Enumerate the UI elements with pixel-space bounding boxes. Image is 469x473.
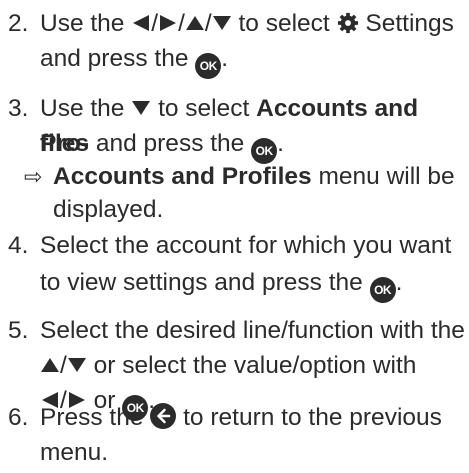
down-arrow-icon bbox=[67, 358, 86, 372]
menu-name: Accounts and Profiles bbox=[53, 163, 312, 190]
up-arrow-icon bbox=[41, 358, 59, 372]
step-text: menu. bbox=[40, 439, 109, 466]
step-number: 2. bbox=[8, 10, 29, 37]
step-text: and press the bbox=[40, 45, 189, 72]
step-number: 5. bbox=[8, 317, 29, 344]
slash: / bbox=[60, 352, 67, 379]
step-text-line: Press the to return to the previous bbox=[40, 400, 465, 435]
step-text: . bbox=[395, 269, 403, 296]
step-text: Use the bbox=[40, 95, 125, 122]
step-text-line: menu. bbox=[40, 435, 465, 470]
step-text-line: Use the / / / to select Settings bbox=[40, 6, 465, 41]
gear-icon bbox=[337, 12, 358, 34]
up-arrow-icon bbox=[185, 16, 204, 30]
step-text-line: to view settings and press the OK. bbox=[40, 265, 465, 303]
step-text: and press the bbox=[95, 130, 245, 157]
slash: / bbox=[178, 10, 185, 37]
left-arrow-icon bbox=[133, 15, 150, 31]
step-text-line: Select the account for which you want bbox=[40, 228, 465, 263]
step-text: to select bbox=[158, 95, 250, 122]
step-number: 3. bbox=[8, 95, 29, 122]
step-number: 4. bbox=[8, 232, 29, 259]
step-text-line: and press the OK. bbox=[40, 41, 465, 79]
down-arrow-icon bbox=[212, 16, 231, 30]
result-text: displayed. bbox=[53, 196, 164, 223]
step-text: or select the value/option with bbox=[93, 352, 417, 379]
ok-button-icon: OK bbox=[195, 53, 222, 79]
step-text: Use the bbox=[40, 10, 125, 37]
step-text: to select bbox=[238, 10, 330, 37]
result-text-line: displayed. bbox=[53, 192, 465, 227]
instructions-page: 2. Use the / / / to select Settings and pr… bbox=[0, 0, 469, 473]
result-text: menu will be bbox=[318, 163, 455, 190]
down-arrow-icon bbox=[132, 101, 151, 115]
step-text: . bbox=[221, 45, 229, 72]
right-arrow-icon bbox=[160, 15, 177, 31]
slash: / bbox=[204, 10, 212, 37]
step-text: to return to the previous bbox=[183, 404, 442, 431]
step-number: 6. bbox=[8, 404, 29, 431]
result-text-line: Accounts and Profiles menu will be bbox=[53, 159, 465, 194]
ok-button-icon: OK bbox=[369, 277, 396, 303]
step-text: . bbox=[277, 130, 284, 157]
step-text-line: Select the desired line/function with th… bbox=[40, 313, 465, 348]
step-text: Select the desired line/function with th… bbox=[40, 317, 465, 344]
step-text: Select the account for which you want bbox=[40, 232, 452, 259]
result-arrow-icon: ⇨ bbox=[24, 164, 43, 189]
step-text: to view settings and press the bbox=[40, 269, 363, 296]
step-text: Press the bbox=[40, 404, 144, 431]
slash: / bbox=[151, 10, 159, 37]
back-icon bbox=[150, 403, 177, 429]
step-text: Settings bbox=[365, 10, 454, 37]
menu-name: files bbox=[40, 130, 90, 157]
step-text-line: / or select the value/option with bbox=[40, 348, 465, 383]
